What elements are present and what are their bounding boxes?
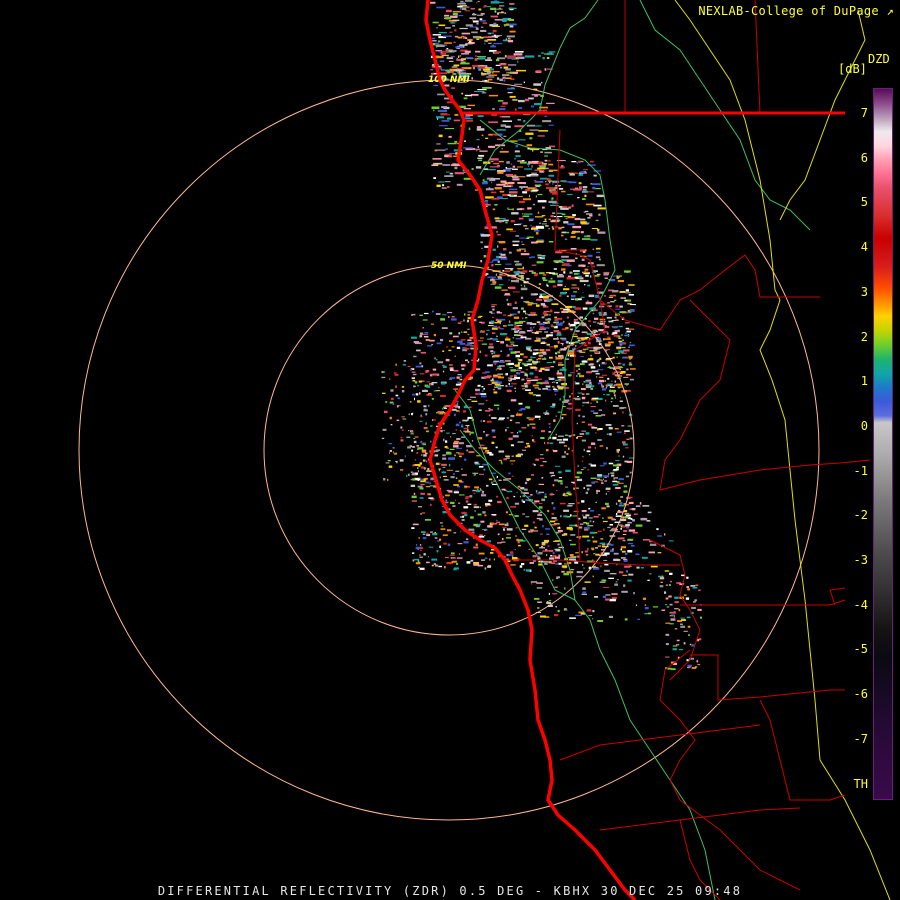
diagonal-arrow-icon: ↗ — [886, 4, 894, 18]
scale-tick: 7 — [860, 106, 868, 120]
scale-tick: 6 — [860, 150, 868, 165]
units-label: [dB] — [838, 62, 867, 76]
credit-text: NEXLAB-College of DuPage — [698, 4, 879, 18]
range-ring-label-50: 50 NMI — [431, 261, 467, 271]
color-scale-bar — [873, 88, 893, 800]
scale-tick: 2 — [860, 329, 868, 344]
scale-tick: -1 — [853, 463, 868, 478]
range-ring-label-100: 100 NMI — [428, 75, 470, 85]
scale-tick: -4 — [853, 597, 868, 612]
product-code: DZD — [868, 52, 890, 66]
radar-map: 50 NMI 100 NMI — [0, 0, 900, 900]
scale-tick: 1 — [860, 374, 868, 389]
credit-label: NEXLAB-College of DuPage ↗ — [698, 4, 894, 18]
product-footer: DIFFERENTIAL REFLECTIVITY (ZDR) 0.5 DEG … — [157, 884, 743, 898]
scale-tick: 0 — [860, 418, 868, 433]
scale-tick: TH — [853, 776, 868, 791]
scale-tick: 4 — [860, 240, 868, 255]
scale-tick: -2 — [853, 508, 868, 523]
scale-tick: -3 — [853, 553, 868, 567]
scale-tick: -5 — [853, 642, 868, 657]
scale-tick: 5 — [860, 195, 868, 210]
scale-tick: 3 — [860, 284, 868, 299]
scale-tick: -7 — [853, 731, 868, 746]
scale-tick: -6 — [853, 687, 868, 702]
